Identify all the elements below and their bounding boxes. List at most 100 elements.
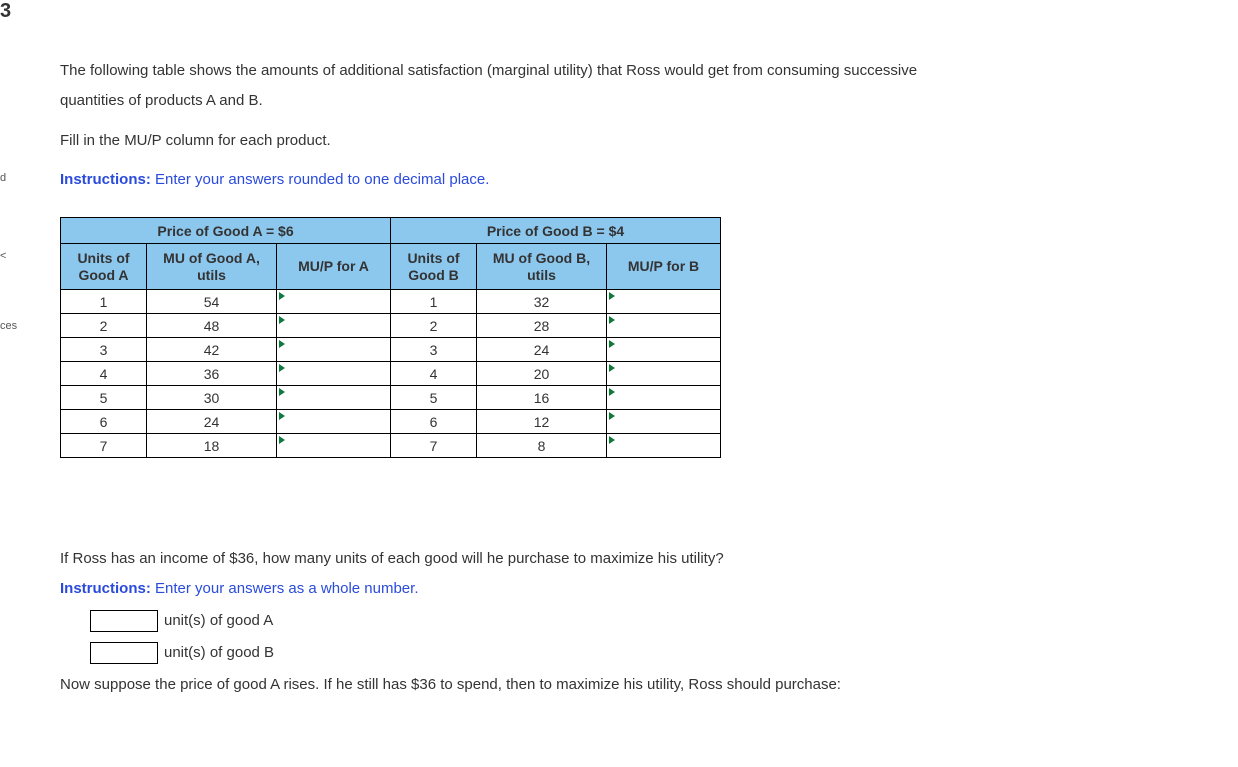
instructions-line: Instructions: Enter your answers rounded…	[60, 169, 1198, 191]
header-mup-b: MU/P for B	[607, 244, 721, 290]
cell-mup-b-input[interactable]	[607, 338, 721, 362]
intro-line-2: quantities of products A and B.	[60, 90, 1198, 112]
answer-row-b: unit(s) of good B	[90, 642, 1198, 664]
good-b-label: unit(s) of good B	[164, 644, 274, 661]
cut-off-logo: 3	[0, 0, 20, 30]
cell-units-b: 7	[391, 434, 477, 458]
input-marker-icon	[609, 364, 615, 372]
cell-mup-b-input[interactable]	[607, 434, 721, 458]
page: 3 d < ces The following table shows the …	[0, 0, 1238, 767]
cell-mu-a: 24	[147, 410, 277, 434]
table-row: 248228	[61, 314, 721, 338]
column-header-row: Units of Good A MU of Good A, utils MU/P…	[61, 244, 721, 290]
header-mup-a: MU/P for A	[277, 244, 391, 290]
cell-mup-a-input[interactable]	[277, 434, 391, 458]
good-a-input[interactable]	[90, 610, 158, 632]
cell-units-a: 7	[61, 434, 147, 458]
input-marker-icon	[609, 436, 615, 444]
input-marker-icon	[279, 436, 285, 444]
input-marker-icon	[609, 412, 615, 420]
header-mu-b: MU of Good B, utils	[477, 244, 607, 290]
cell-mup-b-input[interactable]	[607, 290, 721, 314]
input-marker-icon	[609, 340, 615, 348]
cell-mup-a-input[interactable]	[277, 362, 391, 386]
edge-fragment-2: <	[0, 250, 6, 262]
table-row: 71878	[61, 434, 721, 458]
left-edge-strip: 3 d < ces	[0, 0, 20, 767]
cell-mu-a: 48	[147, 314, 277, 338]
question-content: The following table shows the amounts of…	[60, 60, 1198, 703]
cell-mu-b: 20	[477, 362, 607, 386]
cell-units-b: 6	[391, 410, 477, 434]
cell-units-a: 4	[61, 362, 147, 386]
cell-units-b: 1	[391, 290, 477, 314]
cell-mu-b: 8	[477, 434, 607, 458]
cell-units-b: 5	[391, 386, 477, 410]
cell-mu-a: 30	[147, 386, 277, 410]
cell-mu-a: 36	[147, 362, 277, 386]
good-b-input[interactable]	[90, 642, 158, 664]
cell-mup-a-input[interactable]	[277, 410, 391, 434]
cell-mup-a-input[interactable]	[277, 290, 391, 314]
cell-mup-b-input[interactable]	[607, 362, 721, 386]
table-row: 530516	[61, 386, 721, 410]
input-marker-icon	[279, 340, 285, 348]
final-paragraph: Now suppose the price of good A rises. I…	[60, 674, 1198, 696]
cell-units-a: 2	[61, 314, 147, 338]
cell-mu-a: 18	[147, 434, 277, 458]
cell-mu-b: 32	[477, 290, 607, 314]
cell-mu-b: 16	[477, 386, 607, 410]
input-marker-icon	[609, 316, 615, 324]
edge-fragment-1: d	[0, 172, 6, 184]
good-a-label: unit(s) of good A	[164, 612, 273, 629]
intro-line-1: The following table shows the amounts of…	[60, 60, 1198, 82]
answer-row-a: unit(s) of good A	[90, 610, 1198, 632]
cell-units-b: 2	[391, 314, 477, 338]
q2-instructions-label: Instructions:	[60, 580, 151, 597]
cell-mup-b-input[interactable]	[607, 386, 721, 410]
cell-units-a: 5	[61, 386, 147, 410]
cell-units-a: 6	[61, 410, 147, 434]
header-mu-a: MU of Good A, utils	[147, 244, 277, 290]
header-units-b: Units of Good B	[391, 244, 477, 290]
instructions-text-value: Enter your answers rounded to one decima…	[155, 171, 489, 188]
cell-mup-a-input[interactable]	[277, 338, 391, 362]
input-marker-icon	[609, 292, 615, 300]
price-header-b: Price of Good B = $4	[391, 218, 721, 244]
cell-mu-b: 24	[477, 338, 607, 362]
cell-mup-b-input[interactable]	[607, 314, 721, 338]
cell-mu-a: 42	[147, 338, 277, 362]
cell-mup-a-input[interactable]	[277, 314, 391, 338]
instructions-label: Instructions:	[60, 171, 151, 188]
input-marker-icon	[279, 292, 285, 300]
fill-instruction: Fill in the MU/P column for each product…	[60, 130, 1198, 152]
header-units-a: Units of Good A	[61, 244, 147, 290]
question-2-block: If Ross has an income of $36, how many u…	[60, 548, 1198, 664]
price-header-a: Price of Good A = $6	[61, 218, 391, 244]
table-row: 154132	[61, 290, 721, 314]
cell-units-b: 3	[391, 338, 477, 362]
cell-units-a: 3	[61, 338, 147, 362]
cell-mup-a-input[interactable]	[277, 386, 391, 410]
input-marker-icon	[279, 388, 285, 396]
input-marker-icon	[279, 412, 285, 420]
cell-units-b: 4	[391, 362, 477, 386]
cell-mu-a: 54	[147, 290, 277, 314]
edge-fragment-3: ces	[0, 320, 17, 332]
cell-mup-b-input[interactable]	[607, 410, 721, 434]
table-body: 1541322482283423244364205305166246127187…	[61, 290, 721, 458]
q2-instructions-text-value: Enter your answers as a whole number.	[155, 580, 418, 597]
input-marker-icon	[279, 364, 285, 372]
cell-units-a: 1	[61, 290, 147, 314]
q2-instructions: Instructions: Enter your answers as a wh…	[60, 578, 1198, 600]
cell-mu-b: 28	[477, 314, 607, 338]
q2-text: If Ross has an income of $36, how many u…	[60, 548, 1198, 570]
mu-table: Price of Good A = $6 Price of Good B = $…	[60, 217, 721, 458]
table-row: 436420	[61, 362, 721, 386]
price-header-row: Price of Good A = $6 Price of Good B = $…	[61, 218, 721, 244]
table-row: 342324	[61, 338, 721, 362]
table-row: 624612	[61, 410, 721, 434]
cell-mu-b: 12	[477, 410, 607, 434]
input-marker-icon	[279, 316, 285, 324]
input-marker-icon	[609, 388, 615, 396]
